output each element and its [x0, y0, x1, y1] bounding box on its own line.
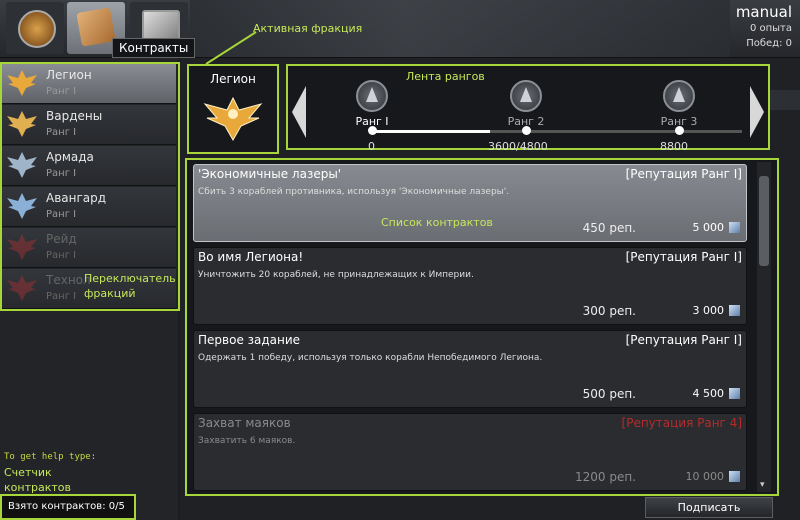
contract-credit-reward: 10 000 — [685, 470, 725, 483]
rank-2: Ранг 2 — [486, 80, 566, 128]
faction-item[interactable]: Авангард Ранг I — [2, 187, 176, 227]
contract-title: Захват маяков — [198, 416, 291, 430]
faction-emblem-icon — [5, 108, 39, 140]
tab-pilot[interactable] — [6, 2, 64, 54]
player-name: manual — [735, 3, 792, 21]
active-faction-pointer — [205, 31, 257, 65]
contract-credit-reward: 5 000 — [692, 221, 725, 234]
help-text: To get help type: — [4, 452, 97, 462]
contract-description: Одержать 1 победу, используя только кора… — [198, 353, 543, 363]
rank-ribbon-annotation: Лента рангов — [406, 70, 485, 83]
contract-reputation-reward: 1200 реп. — [574, 470, 636, 484]
contract-counter-annotation: Счетчик контрактов — [4, 466, 71, 494]
faction-name: Рейд — [46, 232, 77, 246]
faction-emblem-icon — [5, 190, 39, 222]
sign-contract-button[interactable]: Подписать — [645, 497, 773, 518]
faction-rank: Ранг I — [46, 291, 77, 302]
faction-switcher-annotation: Переключатель фракций — [84, 272, 176, 300]
faction-emblem-icon — [5, 67, 39, 99]
partial-side-panel — [770, 90, 800, 110]
rank-progress-fill — [372, 130, 490, 133]
contract-credit-reward: 4 500 — [692, 387, 725, 400]
faction-rank: Ранг I — [46, 168, 77, 179]
faction-item[interactable]: Легион Ранг I — [2, 64, 176, 104]
contract-requirement: [Репутация Ранг I] — [625, 167, 742, 181]
faction-rank: Ранг I — [46, 250, 77, 261]
brain-icon — [18, 10, 56, 48]
rank-prev-arrow-icon[interactable] — [292, 86, 306, 138]
contract-card[interactable]: Во имя Легиона! [Репутация Ранг I] Уничтож… — [193, 247, 747, 325]
player-experience: 0 опыта — [749, 23, 792, 34]
faction-item[interactable]: Вардены Ранг I — [2, 105, 176, 145]
credits-icon — [729, 222, 740, 233]
contract-reputation-reward: 450 реп. — [582, 221, 636, 235]
faction-emblem-icon — [5, 231, 39, 263]
faction-rank: Ранг I — [46, 127, 77, 138]
rank-2-marker — [522, 126, 531, 135]
contract-reputation-reward: 500 реп. — [582, 387, 636, 401]
contract-card[interactable]: Захват маяков [Репутация Ранг 4] Захватить… — [193, 413, 747, 491]
contracts-tooltip: Контракты — [112, 38, 196, 58]
rank-2-value: 3600/4800 — [488, 140, 548, 153]
faction-emblem-icon — [5, 272, 39, 304]
rank-ribbon: Лента рангов Ранг I Ранг 2 Ранг 3 0 3600… — [286, 64, 770, 153]
faction-emblem-icon — [5, 149, 39, 181]
active-faction-annotation: Активная фракция — [253, 22, 363, 35]
contracts-icon — [76, 7, 116, 47]
contract-description: Сбить 3 кораблей противника, используя '… — [198, 187, 510, 197]
active-faction-name: Легион — [210, 72, 256, 86]
player-wins: Побед: 0 — [746, 38, 792, 49]
rank-badge-icon — [663, 80, 695, 112]
contract-list: 'Экономичные лазеры' [Репутация Ранг I] Сб… — [185, 158, 779, 496]
contract-credit-reward: 3 000 — [692, 304, 725, 317]
rank-3-marker — [675, 126, 684, 135]
contract-title: Во имя Легиона! — [198, 250, 304, 264]
rank-3-value: 8800 — [660, 140, 688, 153]
legion-emblem-icon — [203, 96, 263, 142]
active-faction-panel: Легион — [187, 64, 279, 154]
faction-name: Легион — [46, 68, 92, 82]
rank-1-marker — [368, 126, 377, 135]
contract-description: Уничтожить 20 кораблей, не принадлежащих… — [198, 270, 474, 280]
top-bar: Контракты manual 0 опыта Побед: 0 — [0, 0, 800, 58]
contract-card[interactable]: 'Экономичные лазеры' [Репутация Ранг I] Сб… — [193, 164, 747, 242]
scrollbar-thumb[interactable] — [759, 176, 769, 266]
contract-list-annotation: Список контрактов — [381, 216, 493, 229]
faction-rank: Ранг I — [46, 209, 77, 220]
faction-item[interactable]: Рейд Ранг I — [2, 228, 176, 268]
contract-requirement: [Репутация Ранг 4] — [621, 416, 742, 430]
rank-progress-track — [372, 130, 742, 133]
rank-badge-icon — [510, 80, 542, 112]
faction-rank: Ранг I — [46, 86, 77, 97]
rank-next-arrow-icon[interactable] — [750, 86, 764, 138]
credits-icon — [729, 471, 740, 482]
contract-reputation-reward: 300 реп. — [582, 304, 636, 318]
contract-title: Первое задание — [198, 333, 301, 347]
rank-1-value: 0 — [368, 140, 375, 153]
faction-name: Вардены — [46, 109, 103, 123]
faction-item[interactable]: Армада Ранг I — [2, 146, 176, 186]
faction-name: Авангард — [46, 191, 107, 205]
contracts-taken-counter: Взято контрактов: 0/5 — [0, 494, 136, 520]
scroll-down-chevron-icon[interactable]: ▾ — [760, 480, 765, 490]
contract-card[interactable]: Первое задание [Репутация Ранг I] Одержать… — [193, 330, 747, 408]
credits-icon — [729, 305, 740, 316]
rank-badge-icon — [356, 80, 388, 112]
credits-icon — [729, 388, 740, 399]
contract-requirement: [Репутация Ранг I] — [625, 333, 742, 347]
player-info: manual 0 опыта Побед: 0 — [736, 3, 792, 51]
contract-requirement: [Репутация Ранг I] — [625, 250, 742, 264]
contract-list-scrollbar[interactable]: ▾ — [757, 162, 771, 492]
rank-3: Ранг 3 — [639, 80, 719, 128]
contract-title: 'Экономичные лазеры' — [198, 167, 342, 181]
rank-1: Ранг I — [332, 80, 412, 128]
contract-description: Захватить 6 маяков. — [198, 436, 296, 446]
faction-name: Армада — [46, 150, 94, 164]
